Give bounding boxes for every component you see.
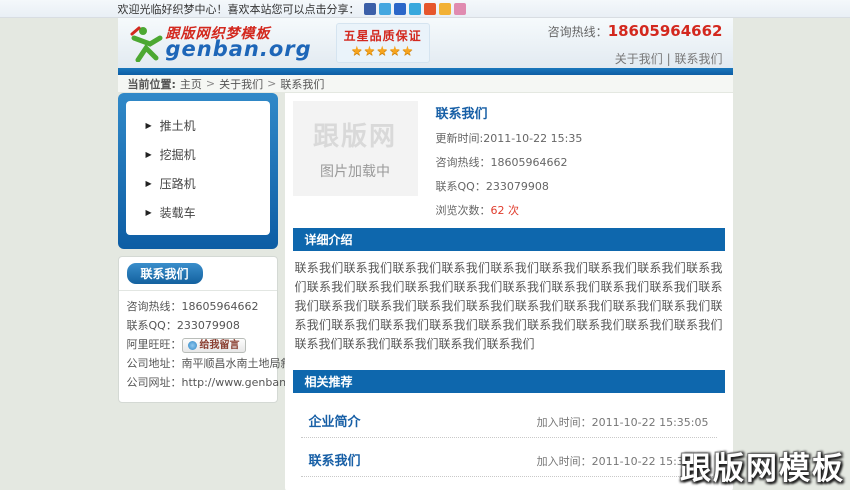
sidebar-item-roller[interactable]: ▶ 压路机 [126,167,270,196]
view-count: 62 次 [490,204,520,217]
article-title: 联系我们 [435,107,488,122]
header-hotline: 咨询热线：18605964662 [548,22,723,40]
breadcrumb-home-link[interactable]: 主页 [180,76,202,92]
arrow-right-icon: ▶ [145,150,152,159]
related-row: 联系我们 加入时间：2011-10-22 15:35:42 [300,438,717,477]
douban-icon[interactable] [453,2,466,15]
article-image-placeholder: 跟版网 图片加载中 [292,101,418,196]
quality-badge-title: 五星品质保证 [343,29,422,43]
site-logo[interactable]: 跟版网织梦模板 genban.org [130,24,312,62]
breadcrumb-about-link[interactable]: 关于我们 [219,76,263,92]
contact-site-line: 公司网址：http://www.genban.org [126,376,308,389]
arrow-right-icon: ▶ [145,179,152,188]
divider [118,290,277,291]
sidebar-item-bulldozer[interactable]: ▶ 推土机 [126,109,270,138]
header-divider-stripe [117,68,733,75]
breadcrumb-current: 联系我们 [280,77,325,91]
sidebar: ▶ 推土机 ▶ 挖掘机 ▶ 压路机 ▶ 装载车 联系我们 咨询热线：186059… [117,93,314,490]
arrow-right-icon: ▶ [145,208,152,217]
top-share-bar: 欢迎光临好织梦中心！喜欢本站您可以点击分享： [0,0,850,18]
logo-domain: genban.org [165,36,312,61]
nav-separator: | [666,52,671,66]
welcome-text: 欢迎光临好织梦中心！喜欢本站您可以点击分享： [117,2,360,16]
main-content: 跟版网 图片加载中 联系我们 更新时间:2011-10-22 15:35 咨询热… [284,93,733,490]
breadcrumb-separator: > [267,77,277,90]
contact-hotline-line: 咨询热线：18605964662 [126,300,259,313]
sidebar-contact-panel: 联系我们 咨询热线：18605964662 联系QQ：233079908 阿里旺… [117,256,314,403]
breadcrumb-separator: > [205,77,216,90]
wangwang-icon [187,340,197,350]
related-section-header: 相关推荐 [292,370,725,393]
qq-icon[interactable] [378,2,391,15]
sina-weibo-icon[interactable] [423,2,436,15]
brand-watermark: 跟版网模板 [680,451,845,487]
header-nav: 关于我们 | 联系我们 [548,50,723,67]
leave-message-button[interactable]: 给我留言 [181,337,246,353]
detail-section-header: 详细介绍 [292,228,725,251]
detail-body-text: 联系我们联系我们联系我们联系我们联系我们联系我们联系我们联系我们联系我们联系我们… [294,261,723,351]
renren-icon[interactable] [438,2,451,15]
contact-qq-number: 233079908 [176,319,240,332]
sidebar-item-loader[interactable]: ▶ 装载车 [126,196,270,225]
arrow-right-icon: ▶ [145,121,152,130]
nav-contact-link[interactable]: 联系我们 [674,52,722,66]
five-stars-icon: ★★★★★ [351,44,415,59]
nav-about-link[interactable]: 关于我们 [615,52,663,66]
meta-update-time: 更新时间:2011-10-22 15:35 [435,132,583,145]
tencent-weibo-icon[interactable] [408,2,421,15]
placeholder-brand-text: 跟版网 [312,122,397,152]
contact-qq-line: 联系QQ：233079908 [126,319,240,332]
qzone-icon[interactable] [363,2,376,15]
breadcrumb: 当前位置: 主页 > 关于我们 > 联系我们 [117,75,733,92]
share-icons [363,2,466,15]
related-link-contact-us[interactable]: 联系我们 [309,450,361,469]
hotline-label: 咨询热线： [547,25,608,39]
meta-views: 浏览次数：62 次 [435,204,520,217]
contact-wangwang-line: 阿里旺旺： 给我留言 [127,335,269,354]
contact-hotline-number: 18605964662 [181,300,259,313]
product-menu: ▶ 推土机 ▶ 挖掘机 ▶ 压路机 ▶ 装载车 [117,93,278,249]
meta-qq: 联系QQ：233079908 [435,180,549,193]
baidu-share-icon[interactable] [393,2,406,15]
contact-panel-title[interactable]: 联系我们 [126,263,203,284]
meta-hotline: 咨询热线：18605964662 [435,156,568,169]
contact-address-line: 公司地址：南平顺昌水南土地局斜对面 [126,357,314,370]
related-time: 加入时间：2011-10-22 15:35:05 [536,416,709,429]
sidebar-item-excavator[interactable]: ▶ 挖掘机 [126,138,270,167]
quality-badge: 五星品质保证 ★★★★★ [335,23,430,63]
related-link-company-profile[interactable]: 企业简介 [309,411,361,430]
hotline-number: 18605964662 [607,22,723,40]
related-row: 企业简介 加入时间：2011-10-22 15:35:05 [300,399,717,438]
placeholder-loading-text: 图片加载中 [320,164,390,180]
running-man-icon [130,26,162,62]
site-header: 跟版网织梦模板 genban.org 五星品质保证 ★★★★★ 咨询热线：186… [117,18,733,68]
breadcrumb-label: 当前位置: [127,77,176,91]
